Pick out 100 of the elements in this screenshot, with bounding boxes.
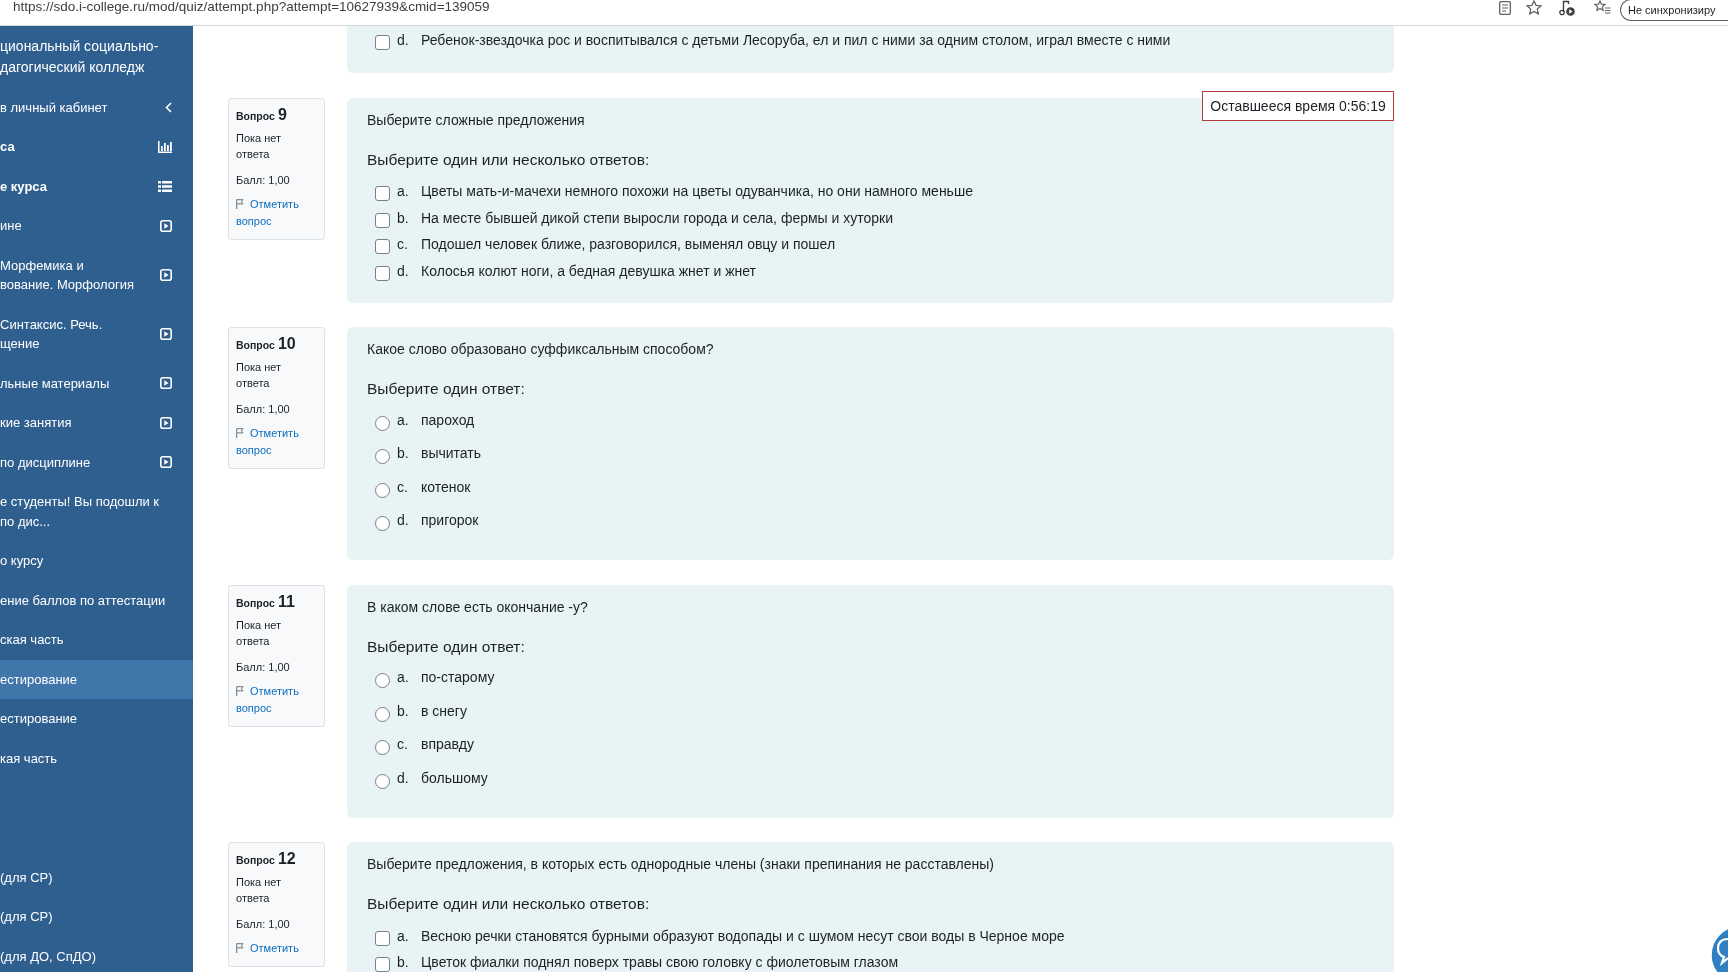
question-grade: Балл: 1,00: [236, 917, 291, 932]
answer-prompt: Выберите один ответ:: [367, 379, 525, 399]
sidebar-item[interactable]: е курса: [0, 166, 193, 206]
play-square-icon: [160, 328, 172, 340]
option-letter: a.: [397, 183, 410, 201]
radio-button[interactable]: [375, 516, 390, 532]
question-status: Пока нет ответа: [236, 130, 283, 162]
option-letter: d.: [397, 262, 410, 280]
answer-prompt: Выберите один или несколько ответов:: [367, 149, 650, 170]
sidebar-item[interactable]: о курсу: [0, 541, 193, 581]
sidebar-item[interactable]: естирование: [0, 699, 193, 739]
sidebar-item[interactable]: в личный кабинет: [0, 87, 193, 127]
radio-button[interactable]: [375, 482, 390, 498]
option-letter: c.: [397, 236, 409, 254]
timer-display: Оставшееся время 0:56:19: [1202, 91, 1394, 121]
option-text: вычитать: [421, 445, 482, 463]
flag-icon: [236, 943, 244, 953]
sidebar-item[interactable]: кая часть: [0, 738, 193, 778]
bar-chart-icon: [158, 140, 172, 153]
checkbox[interactable]: [375, 265, 390, 281]
address-bar-url[interactable]: https://sdo.i-college.ru/mod/quiz/attempt.php?attempt=10627939&cmid=139059: [13, 0, 490, 14]
option-text: пригорок: [421, 512, 479, 530]
option-letter: a.: [397, 411, 410, 429]
question-status: Пока нет ответа: [236, 875, 283, 906]
answer-prompt: Выберите один или несколько ответов:: [367, 894, 650, 914]
option-letter: b.: [397, 209, 410, 227]
sync-button[interactable]: Не синхронизиру: [1620, 0, 1728, 21]
flag-icon: [236, 685, 244, 696]
star-icon[interactable]: [1526, 0, 1542, 15]
question-number: 9: [277, 104, 287, 125]
flag-question-link[interactable]: Отметить вопрос: [236, 195, 317, 230]
option-text: котенок: [421, 478, 471, 496]
option-text: Цветы мать-и-мачехи немного похожи на цветы одуванчика, но они намного меньше: [421, 183, 973, 201]
flag-question-link[interactable]: Отметить вопрос: [236, 682, 317, 717]
option-text: вправду: [421, 736, 475, 754]
flag-icon: [236, 198, 244, 209]
question-text: Какое слово образовано суффиксальным способом?: [367, 340, 714, 359]
question-number: 11: [277, 591, 295, 612]
radio-button[interactable]: [375, 415, 390, 431]
flag-question-link[interactable]: Отметить: [236, 940, 317, 957]
sidebar-item[interactable]: кие занятия: [0, 403, 193, 443]
sidebar-item[interactable]: ине: [0, 206, 193, 246]
radio-button[interactable]: [375, 773, 390, 789]
option-letter: d.: [397, 31, 410, 49]
sidebar-item[interactable]: е студенты! Вы подошли к по дис...: [0, 482, 193, 541]
flag-icon: [236, 428, 244, 438]
checkbox[interactable]: [375, 239, 390, 255]
option-text: Колосья колют ноги, а бедная девушка жнет и жнет: [421, 262, 756, 280]
play-square-icon: [160, 377, 172, 390]
option-letter: a.: [397, 669, 410, 687]
page-icon[interactable]: [1499, 1, 1511, 15]
option-letter: d.: [397, 769, 410, 787]
option-letter: c.: [397, 478, 409, 496]
sidebar-item[interactable]: (для СР): [0, 897, 193, 937]
question-label: Вопрос: [236, 595, 275, 611]
college-name: циональный социально- дагогический колледж: [0, 36, 160, 77]
chevron-left-icon: [165, 101, 172, 113]
option-letter: b.: [397, 954, 410, 972]
question-text: Выберите предложения, в которых есть однородные члены (знаки препинания не расставлены): [367, 855, 994, 874]
sidebar-item[interactable]: (для ДО, СпДО): [0, 936, 193, 972]
checkbox[interactable]: [375, 186, 390, 202]
option-text: На месте бывшей дикой степи выросли города и села, фермы и хуторки: [421, 209, 894, 227]
flag-question-link[interactable]: Отметить вопрос: [236, 425, 317, 459]
question-label: Вопрос: [236, 108, 275, 124]
music-note-icon[interactable]: [1559, 0, 1575, 16]
option-text: Цветок фиалки поднял поверх травы свою головку с фиолетовым глазом: [421, 954, 899, 972]
question-number: 10: [277, 334, 296, 354]
sidebar-item[interactable]: са: [0, 127, 193, 167]
question-label: Вопрос: [236, 338, 275, 353]
option-letter: a.: [397, 927, 410, 945]
sidebar-item[interactable]: Синтаксис. Речь. щение: [0, 304, 193, 364]
radio-button[interactable]: [375, 740, 390, 756]
sidebar-item[interactable]: ская часть: [0, 620, 193, 660]
option-letter: c.: [397, 736, 409, 754]
option-letter: b.: [397, 445, 410, 463]
checkbox[interactable]: [375, 957, 390, 972]
radio-button[interactable]: [375, 449, 390, 465]
question-number: 12: [277, 849, 296, 869]
radio-button[interactable]: [375, 706, 390, 722]
play-square-icon: [160, 269, 172, 281]
question-status: Пока нет ответа: [236, 360, 283, 391]
sidebar-item[interactable]: льные материалы: [0, 363, 193, 403]
sidebar-item[interactable]: (для СР): [0, 857, 193, 897]
checkbox[interactable]: [375, 34, 390, 50]
checkbox[interactable]: [375, 212, 390, 228]
checkbox[interactable]: [375, 930, 390, 946]
option-text: по-старому: [421, 669, 495, 687]
option-text: пароход: [421, 411, 475, 429]
answer-prompt: Выберите один ответ:: [367, 636, 525, 657]
question-grade: Балл: 1,00: [236, 659, 291, 675]
sidebar-item[interactable]: ение баллов по аттестации: [0, 580, 193, 620]
sidebar-item[interactable]: Морфемика и вование. Морфология: [0, 245, 193, 305]
radio-button[interactable]: [375, 673, 390, 689]
sidebar-item[interactable]: по дисциплине: [0, 442, 193, 482]
question-label: Вопрос: [236, 853, 275, 868]
star-list-icon[interactable]: [1594, 0, 1611, 14]
sidebar-item[interactable]: естирование: [0, 659, 193, 699]
list-icon: [158, 180, 172, 192]
play-square-icon: [160, 219, 172, 232]
option-text: Весною речки становятся бурными образуют водопады и с шумом несут свои воды в Черное море: [421, 927, 1065, 945]
